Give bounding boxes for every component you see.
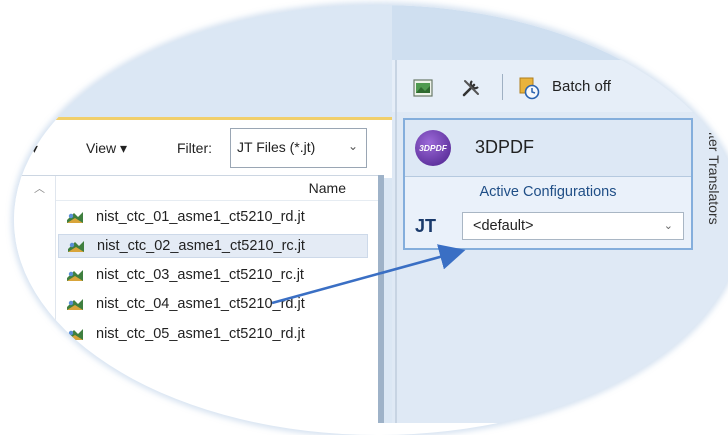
file-row[interactable]: nist_ctc_05_asme1_ct5210_rd.jt xyxy=(58,323,368,347)
zoomed-screenshot-region: s ▾ View ▾ Filter: JT Files (*.jt) ⌄ ︿ N… xyxy=(14,5,728,423)
file-name: nist_ctc_03_asme1_ct5210_rc.jt xyxy=(96,267,304,283)
jt-file-icon xyxy=(68,241,84,252)
side-tab-label: Enter Translators xyxy=(706,118,722,225)
translator-panel-3dpdf[interactable]: 3DPDF 3DPDF Active Configurations JT <de… xyxy=(403,118,693,250)
explorer-toolbar: s ▾ View ▾ Filter: JT Files (*.jt) ⌄ xyxy=(14,117,392,178)
file-row[interactable]: nist_ctc_04_asme1_ct5210_rd.jt xyxy=(58,293,368,317)
jt-file-icon xyxy=(67,270,83,281)
navigation-pane: ︿ xyxy=(14,176,56,423)
pane-divider xyxy=(395,60,397,423)
chevron-down-icon: ⌄ xyxy=(347,139,358,153)
chevron-down-icon: ⌄ xyxy=(663,220,673,232)
batch-clock-icon[interactable] xyxy=(517,76,541,100)
toolbar-separator xyxy=(502,74,503,100)
file-name: nist_ctc_02_asme1_ct5210_rc.jt xyxy=(97,238,305,254)
jt-file-icon xyxy=(67,299,83,310)
filter-dropdown[interactable]: JT Files (*.jt) ⌄ xyxy=(230,128,367,168)
translator-title: 3DPDF xyxy=(475,137,535,157)
file-list-pane: ︿ Name nist_ctc_01_asme1_ct5210_rd.jt ni… xyxy=(14,175,378,423)
file-row[interactable]: nist_ctc_03_asme1_ct5210_rc.jt xyxy=(58,264,368,288)
file-name: nist_ctc_05_asme1_ct5210_rd.jt xyxy=(96,326,305,342)
scroll-up-arrow-icon[interactable]: ︿ xyxy=(34,180,45,196)
translator-panel-header: 3DPDF 3DPDF xyxy=(405,120,691,177)
jt-file-icon xyxy=(67,212,83,223)
3dpdf-logo-icon: 3DPDF xyxy=(415,130,451,166)
image-table-icon[interactable] xyxy=(413,78,433,98)
view-menu-button[interactable]: View ▾ xyxy=(86,140,127,157)
name-column-header[interactable]: Name xyxy=(309,180,346,196)
window-border xyxy=(378,175,384,423)
tools-icon[interactable] xyxy=(460,77,482,99)
filter-value: JT Files (*.jt) xyxy=(237,139,316,155)
side-tab-translators[interactable]: Enter Translators xyxy=(706,118,728,318)
jt-file-icon xyxy=(67,329,83,340)
file-name: nist_ctc_04_asme1_ct5210_rd.jt xyxy=(96,296,305,312)
file-row[interactable]: nist_ctc_01_asme1_ct5210_rd.jt xyxy=(58,206,368,230)
file-name: nist_ctc_01_asme1_ct5210_rd.jt xyxy=(96,209,305,225)
filter-label: Filter: xyxy=(177,140,212,156)
partial-menu-label[interactable]: s ▾ xyxy=(20,140,38,157)
file-row-selected[interactable]: nist_ctc_02_asme1_ct5210_rc.jt xyxy=(58,234,368,258)
batch-off-button[interactable]: Batch off xyxy=(552,78,611,95)
active-configurations-label: Active Configurations xyxy=(479,184,617,200)
configuration-dropdown[interactable]: <default> ⌄ xyxy=(462,212,684,240)
configuration-value: <default> xyxy=(473,218,534,234)
jt-format-icon: JT xyxy=(415,216,437,236)
